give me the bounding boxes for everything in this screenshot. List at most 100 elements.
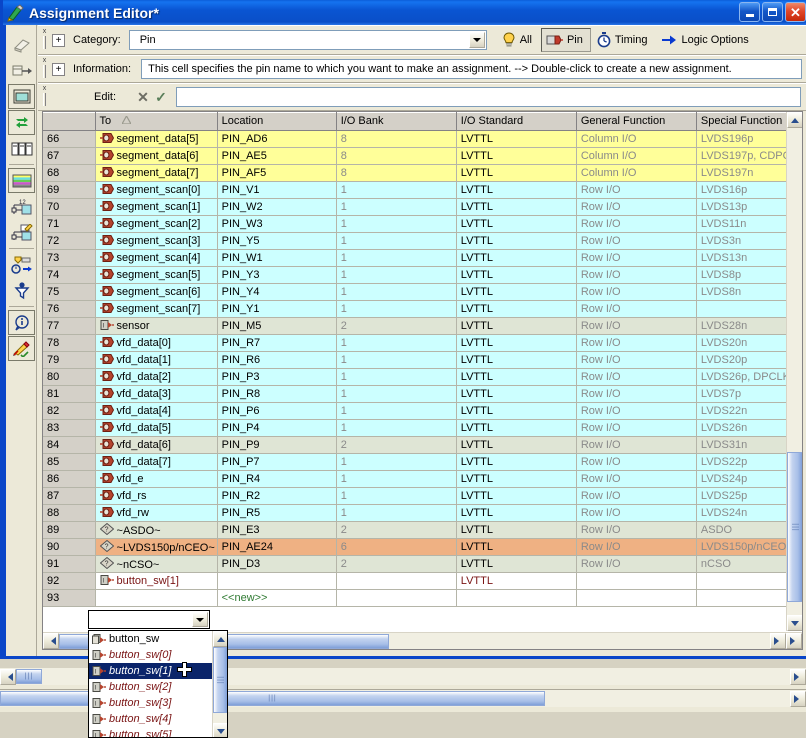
funnel-icon[interactable] — [8, 278, 35, 303]
table-row[interactable]: 78 vfd_data[0] PIN_R7 1 LVTTL Row I/O LVDS20n — [43, 334, 802, 352]
table-row[interactable]: 72 segment_scan[3] PIN_Y5 1 LVTTL Row I/O LVDS… — [43, 232, 802, 250]
cell-to[interactable] — [95, 589, 218, 607]
dropdown-item[interactable]: Ibutton_sw[2] — [89, 679, 227, 695]
cell-io-bank[interactable]: 1 — [336, 453, 457, 471]
cell-io-standard[interactable]: LVTTL — [456, 487, 577, 505]
gripper-close-icon[interactable]: x — [40, 57, 49, 64]
dropdown-item[interactable]: Ibutton_sw[0] — [89, 647, 227, 663]
cell-io-bank[interactable] — [336, 589, 457, 607]
cell-io-standard[interactable]: LVTTL — [456, 453, 577, 471]
cell-io-standard[interactable]: LVTTL — [456, 181, 577, 199]
row-number-cell[interactable]: 92 — [43, 572, 96, 590]
dropdown-item[interactable]: Ibutton_sw[4] — [89, 711, 227, 727]
table-row[interactable]: 89? ~ASDO~ PIN_E3 2 LVTTL Row I/O ASDO — [43, 521, 802, 539]
timing-filter-icon[interactable] — [8, 252, 35, 277]
cell-location[interactable]: PIN_R8 — [217, 385, 337, 403]
dropdown-item[interactable]: Ibutton_sw[1] — [89, 662, 227, 679]
table-row[interactable]: 71 segment_scan[2] PIN_W3 1 LVTTL Row I/O LVDS… — [43, 215, 802, 233]
table-row[interactable]: 79 vfd_data[1] PIN_R6 1 LVTTL Row I/O LVDS20p — [43, 351, 802, 369]
backdrop-scroll-right-1[interactable] — [790, 668, 806, 685]
cell-to[interactable]: vfd_data[5] — [95, 419, 218, 437]
table-row[interactable]: 69 segment_scan[0] PIN_V1 1 LVTTL Row I/O LVDS… — [43, 181, 802, 199]
row-number-cell[interactable]: 89 — [43, 521, 96, 539]
cell-location[interactable]: PIN_P4 — [217, 419, 337, 437]
cell-to[interactable]: Isensor — [95, 317, 218, 335]
cell-io-bank[interactable]: 1 — [336, 504, 457, 522]
backdrop-hthumb-2[interactable]: ||| — [0, 691, 545, 706]
cell-io-bank[interactable]: 1 — [336, 402, 457, 420]
cell-general-function[interactable]: Row I/O — [576, 368, 697, 386]
row-number-cell[interactable]: 76 — [43, 300, 96, 318]
col-header-io-bank[interactable]: I/O Bank — [336, 112, 457, 131]
table-row[interactable]: 80 vfd_data[2] PIN_P3 1 LVTTL Row I/O LVDS26p,… — [43, 368, 802, 386]
row-number-cell[interactable]: 86 — [43, 470, 96, 488]
cell-io-bank[interactable]: 1 — [336, 232, 457, 250]
cell-io-bank[interactable]: 2 — [336, 555, 457, 573]
cell-io-standard[interactable]: LVTTL — [456, 215, 577, 233]
cell-general-function[interactable] — [576, 589, 697, 607]
dropdown-scrollbar[interactable]: ||| — [212, 631, 227, 737]
cell-location[interactable]: PIN_V1 — [217, 181, 337, 199]
row-number-cell[interactable]: 87 — [43, 487, 96, 505]
category-combobox[interactable]: Pin — [128, 30, 487, 50]
table-row[interactable]: 76 segment_scan[7] PIN_Y1 1 LVTTL Row I/O — [43, 300, 802, 318]
cell-general-function[interactable]: Row I/O — [576, 300, 697, 318]
cell-to[interactable]: vfd_data[7] — [95, 453, 218, 471]
cell-io-standard[interactable]: LVTTL — [456, 300, 577, 318]
category-expand-button[interactable]: + — [52, 33, 65, 47]
col-header-rownum[interactable] — [43, 112, 96, 131]
columns-icon[interactable] — [8, 136, 35, 161]
title-bar[interactable]: Assignment Editor* ✕ — [3, 0, 806, 25]
cell-io-standard[interactable]: LVTTL — [456, 402, 577, 420]
cell-io-standard[interactable]: LVTTL — [456, 419, 577, 437]
backdrop-scroll-right-2[interactable] — [790, 690, 806, 707]
row-number-cell[interactable]: 69 — [43, 181, 96, 199]
dropdown-item[interactable]: button_sw — [89, 631, 227, 647]
cell-general-function[interactable]: Row I/O — [576, 334, 697, 352]
row-number-cell[interactable]: 82 — [43, 402, 96, 420]
cell-io-standard[interactable]: LVTTL — [456, 504, 577, 522]
table-row[interactable]: 73 segment_scan[4] PIN_W1 1 LVTTL Row I/O LVDS… — [43, 249, 802, 267]
window-icon[interactable] — [8, 84, 35, 109]
cell-io-bank[interactable]: 1 — [336, 385, 457, 403]
cell-to[interactable]: segment_scan[3] — [95, 232, 218, 250]
cell-general-function[interactable]: Row I/O — [576, 436, 697, 454]
cell-general-function[interactable]: Row I/O — [576, 181, 697, 199]
table-row[interactable]: 92 Ibutton_sw[1] LVTTL — [43, 572, 802, 590]
maximize-button[interactable] — [762, 2, 783, 22]
cell-to[interactable]: ? ~nCSO~ — [95, 555, 218, 573]
table-row[interactable]: 74 segment_scan[5] PIN_Y3 1 LVTTL Row I/O LVDS… — [43, 266, 802, 284]
cell-io-standard[interactable]: LVTTL — [456, 317, 577, 335]
cell-to[interactable]: segment_data[6] — [95, 147, 218, 165]
cell-location[interactable]: PIN_AD6 — [217, 130, 337, 148]
col-header-location[interactable]: Location — [217, 112, 337, 131]
cell-io-bank[interactable]: 1 — [336, 181, 457, 199]
cell-location[interactable]: PIN_AE24 — [217, 538, 337, 556]
new-assignment-combobox[interactable] — [88, 610, 210, 629]
gripper-close-icon[interactable]: x — [40, 85, 49, 92]
cell-io-bank[interactable]: 1 — [336, 283, 457, 301]
refresh-icon[interactable] — [8, 110, 35, 135]
cell-general-function[interactable]: Row I/O — [576, 521, 697, 539]
cell-to[interactable]: vfd_data[1] — [95, 351, 218, 369]
cell-general-function[interactable]: Row I/O — [576, 487, 697, 505]
cell-io-standard[interactable]: LVTTL — [456, 130, 577, 148]
cell-io-bank[interactable]: 1 — [336, 266, 457, 284]
info-icon[interactable] — [8, 310, 35, 335]
cell-io-bank[interactable]: 2 — [336, 521, 457, 539]
cell-io-standard[interactable]: LVTTL — [456, 351, 577, 369]
row-number-cell[interactable]: 90 — [43, 538, 96, 556]
cell-io-standard[interactable]: LVTTL — [456, 368, 577, 386]
export-icon[interactable] — [8, 58, 35, 83]
row-number-cell[interactable]: 91 — [43, 555, 96, 573]
cell-general-function[interactable]: Row I/O — [576, 351, 697, 369]
cell-to[interactable]: segment_scan[1] — [95, 198, 218, 216]
cell-general-function[interactable]: Row I/O — [576, 249, 697, 267]
cell-io-bank[interactable]: 1 — [336, 470, 457, 488]
row-number-cell[interactable]: 67 — [43, 147, 96, 165]
category-bar-gripper[interactable]: x — [40, 28, 49, 52]
cell-io-bank[interactable]: 1 — [336, 215, 457, 233]
logic-options-button[interactable]: Logic Options — [656, 28, 756, 52]
table-row[interactable]: 82 vfd_data[4] PIN_P6 1 LVTTL Row I/O LVDS22n — [43, 402, 802, 420]
cell-location[interactable]: PIN_P3 — [217, 368, 337, 386]
